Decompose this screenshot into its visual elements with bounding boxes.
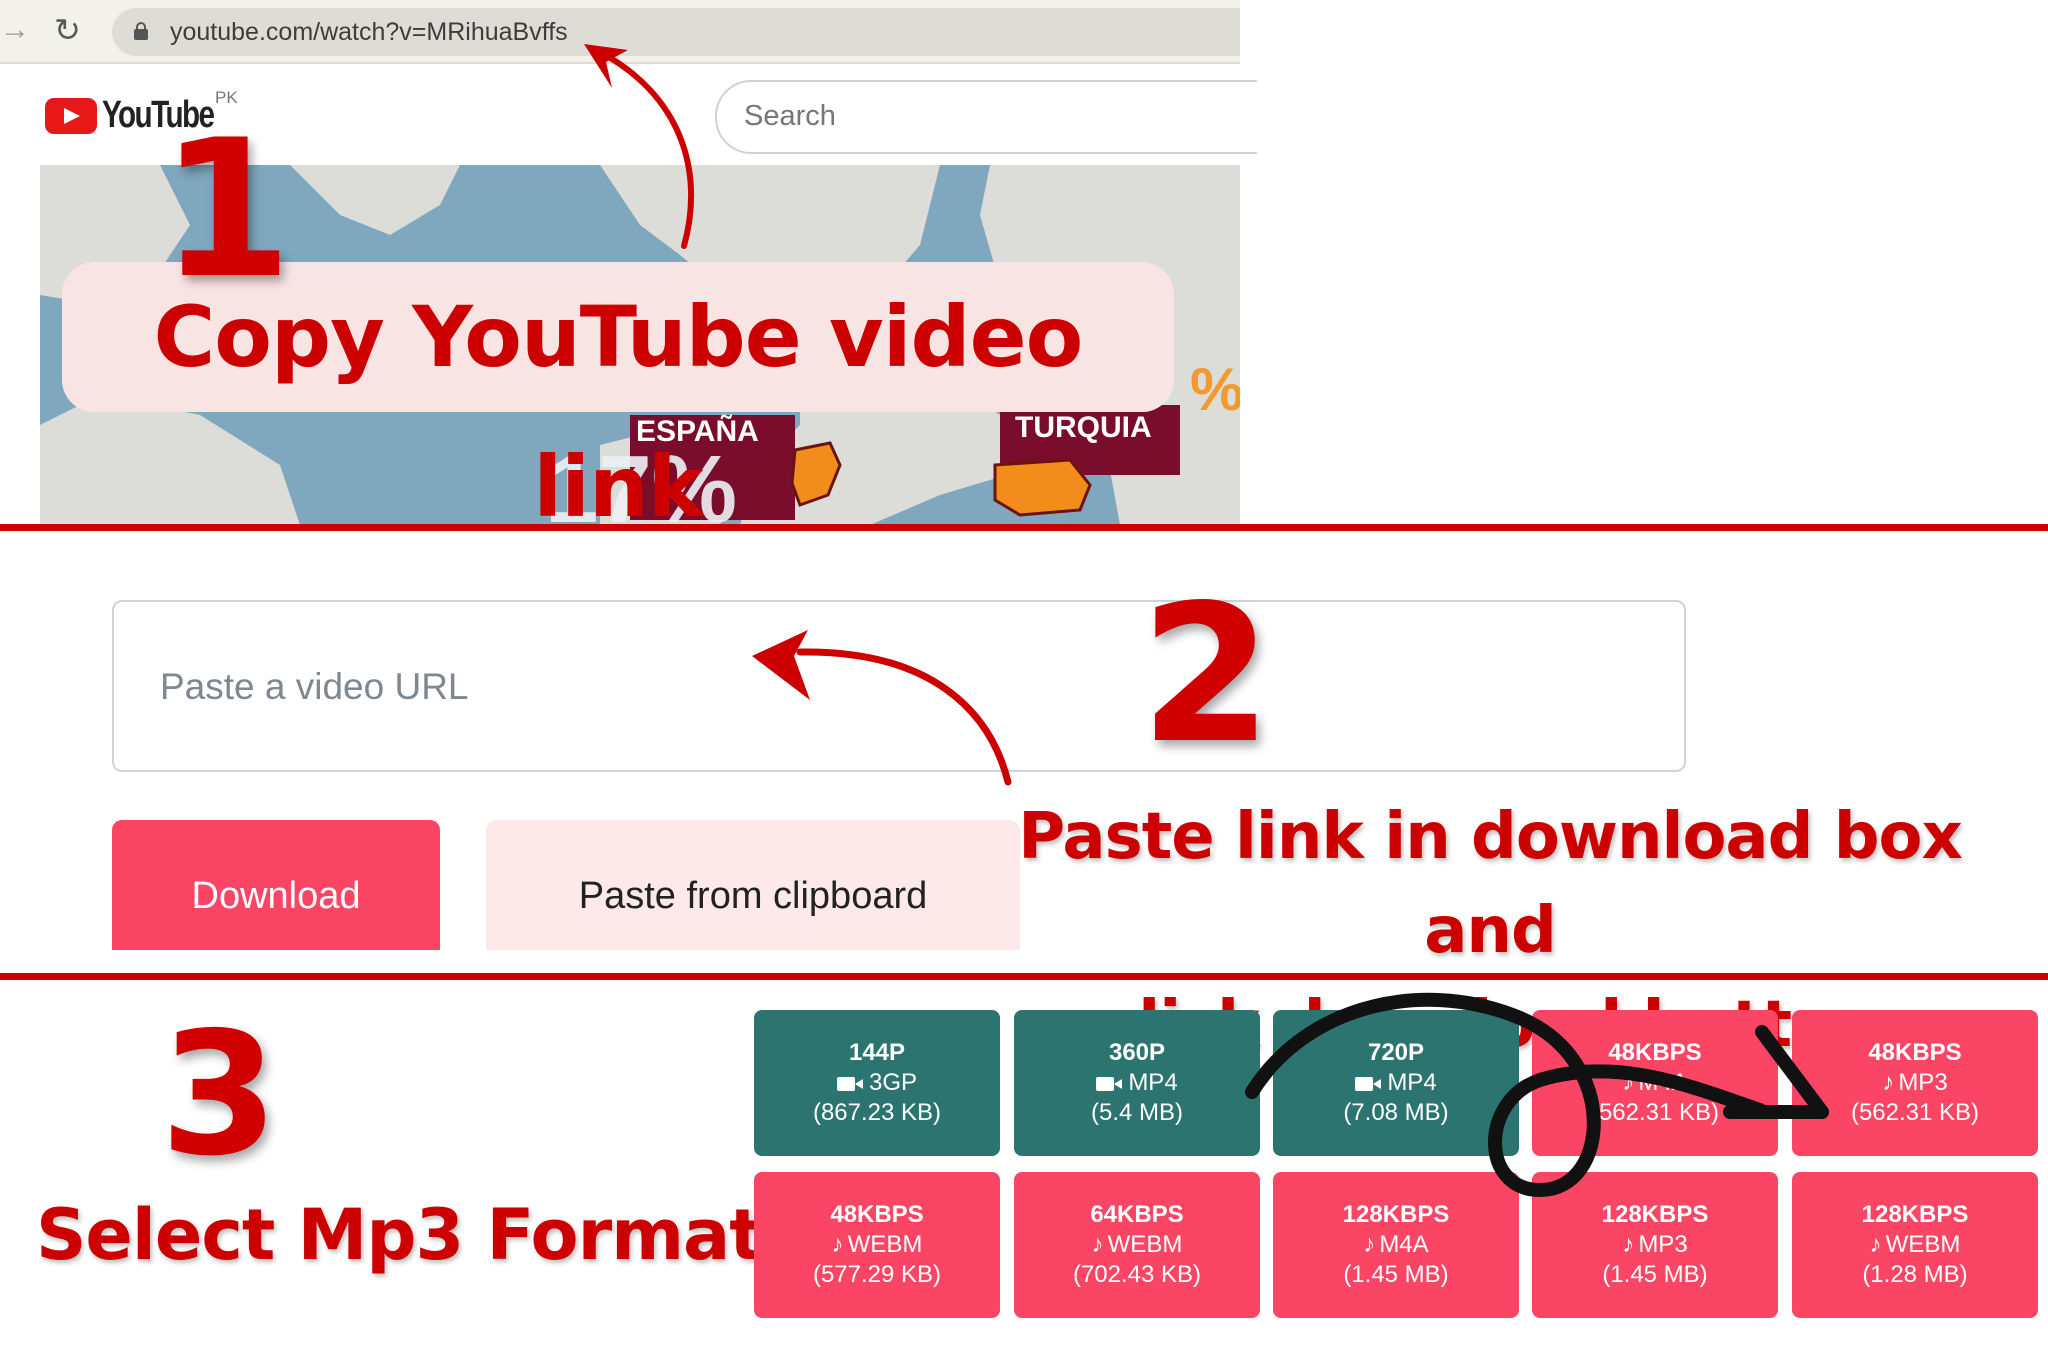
format-quality: 48KBPS [1868, 1039, 1962, 1066]
video-camera-icon [1355, 1076, 1382, 1092]
music-note-icon: ♪ [1622, 1069, 1635, 1096]
format-size: (7.08 MB) [1343, 1099, 1449, 1126]
format-option-128kbps-webm[interactable]: 128KBPS ♪ WEBM (1.28 MB) [1792, 1172, 2038, 1318]
format-type-row: ♪ MP3 [1532, 1230, 1778, 1260]
format-option-128kbps-m4a[interactable]: 128KBPS ♪ M4A (1.45 MB) [1273, 1172, 1519, 1318]
step3-number: 3 [160, 996, 279, 1194]
reload-icon[interactable]: ↻ [54, 10, 90, 50]
video-camera-icon [836, 1076, 863, 1092]
format-label: MP3 [1638, 1231, 1688, 1258]
music-note-icon: ♪ [1869, 1231, 1882, 1258]
format-option-48kbps-mp3[interactable]: 48KBPS ♪ MP3 (562.31 KB) [1792, 1010, 2038, 1156]
format-type-row: 3GP [754, 1068, 1000, 1098]
address-bar-url[interactable]: youtube.com/watch?v=MRihuaBvffs [170, 12, 568, 52]
youtube-logo-icon[interactable] [45, 98, 97, 134]
paste-from-clipboard-button[interactable]: Paste from clipboard [486, 820, 1020, 950]
format-option-720p-mp4[interactable]: 720P MP4 (7.08 MB) [1273, 1010, 1519, 1156]
format-size: (562.31 KB) [1850, 1099, 1980, 1126]
format-size: (867.23 KB) [812, 1099, 942, 1126]
forward-icon[interactable]: → [0, 12, 30, 48]
format-label: WEBM [1885, 1231, 1961, 1258]
step2-text-line1: Paste link in download box and [1018, 800, 1963, 968]
format-label: 3GP [868, 1069, 918, 1096]
format-quality: 128KBPS [1861, 1201, 1969, 1228]
music-note-icon: ♪ [831, 1231, 844, 1258]
music-note-icon: ♪ [1091, 1231, 1104, 1258]
format-size: (1.45 MB) [1343, 1261, 1449, 1288]
format-type-row: ♪ WEBM [1014, 1230, 1260, 1260]
video-camera-icon [1096, 1076, 1123, 1092]
format-label: WEBM [847, 1231, 923, 1258]
format-quality: 48KBPS [1608, 1039, 1702, 1066]
music-note-icon: ♪ [1882, 1069, 1895, 1096]
format-size: (1.45 MB) [1602, 1261, 1708, 1288]
format-label: MP4 [1128, 1069, 1178, 1096]
format-label: WEBM [1107, 1231, 1183, 1258]
format-type-row: ♪ WEBM [1792, 1230, 2038, 1260]
format-size: (577.29 KB) [812, 1261, 942, 1288]
format-type-row: ♪ M4A [1273, 1230, 1519, 1260]
format-type-row: MP4 [1273, 1068, 1519, 1098]
format-option-64kbps-webm[interactable]: 64KBPS ♪ WEBM (702.43 KB) [1014, 1172, 1260, 1318]
format-type-row: ♪ MP3 [1792, 1068, 2038, 1098]
format-type-row: MP4 [1014, 1068, 1260, 1098]
download-button[interactable]: Download [112, 820, 440, 950]
format-label: MP4 [1387, 1069, 1437, 1096]
format-option-128kbps-mp3[interactable]: 128KBPS ♪ MP3 (1.45 MB) [1532, 1172, 1778, 1318]
format-option-360p-mp4[interactable]: 360P MP4 (5.4 MB) [1014, 1010, 1260, 1156]
format-label: MP3 [1898, 1069, 1948, 1096]
format-quality: 360P [1108, 1039, 1166, 1066]
format-size: (1.28 MB) [1862, 1261, 1968, 1288]
format-quality: 48KBPS [830, 1201, 924, 1228]
format-type-row: ♪ WEBM [754, 1230, 1000, 1260]
format-quality: 144P [848, 1039, 906, 1066]
lock-icon [134, 22, 148, 40]
section-divider [0, 524, 2048, 531]
percent-partial: % [1190, 356, 1240, 423]
music-note-icon: ♪ [1622, 1231, 1635, 1258]
format-size: (5.4 MB) [1090, 1099, 1183, 1126]
format-size: (702.43 KB) [1072, 1261, 1202, 1288]
format-label: M4A [1379, 1231, 1429, 1258]
format-size: (562.31 KB) [1590, 1099, 1720, 1126]
format-quality: 720P [1367, 1039, 1425, 1066]
youtube-search-placeholder: Search [744, 100, 836, 132]
format-type-row: ♪ M4A [1532, 1068, 1778, 1098]
format-quality: 128KBPS [1342, 1201, 1450, 1228]
video-url-field[interactable] [112, 600, 1686, 772]
step3-text: Select Mp3 Format [36, 1194, 763, 1276]
section-divider [0, 973, 2048, 980]
format-quality: 64KBPS [1090, 1201, 1184, 1228]
step2-number: 2 [1140, 564, 1273, 785]
format-label: M4A [1638, 1069, 1688, 1096]
step1-number: 1 [160, 99, 293, 320]
format-option-48kbps-m4a[interactable]: 48KBPS ♪ M4A (562.31 KB) [1532, 1010, 1778, 1156]
format-option-48kbps-webm[interactable]: 48KBPS ♪ WEBM (577.29 KB) [754, 1172, 1000, 1318]
music-note-icon: ♪ [1363, 1231, 1376, 1258]
format-quality: 128KBPS [1601, 1201, 1709, 1228]
format-option-144p-3gp[interactable]: 144P 3GP (867.23 KB) [754, 1010, 1000, 1156]
